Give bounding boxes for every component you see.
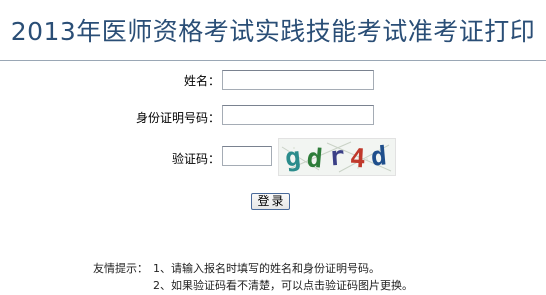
login-button[interactable]: 登录 (251, 193, 290, 210)
captcha-input[interactable] (222, 146, 272, 166)
header-divider (0, 60, 546, 61)
tips-line-2: 2、如果验证码看不清楚，可以点击验证码图片更换。 (153, 279, 413, 292)
captcha-char: r (328, 142, 346, 173)
captcha-image[interactable]: g d r 4 d (278, 138, 396, 176)
id-number-input[interactable] (222, 105, 374, 125)
captcha-char: 4 (349, 144, 366, 175)
tips-line-1: 1、请输入报名时填写的姓名和身份证明号码。 (153, 262, 380, 275)
tips-prefix: 友情提示： (93, 262, 148, 275)
page-title: 2013年医师资格考试实践技能考试准考证打印 (10, 17, 536, 46)
captcha-char: g (284, 142, 303, 173)
captcha-char: d (306, 143, 324, 174)
captcha-label: 验证码： (171, 152, 220, 166)
id-number-label: 身份证明号码： (135, 111, 220, 125)
name-input[interactable] (222, 70, 374, 90)
name-label: 姓名： (183, 74, 220, 88)
captcha-char: d (370, 141, 388, 172)
